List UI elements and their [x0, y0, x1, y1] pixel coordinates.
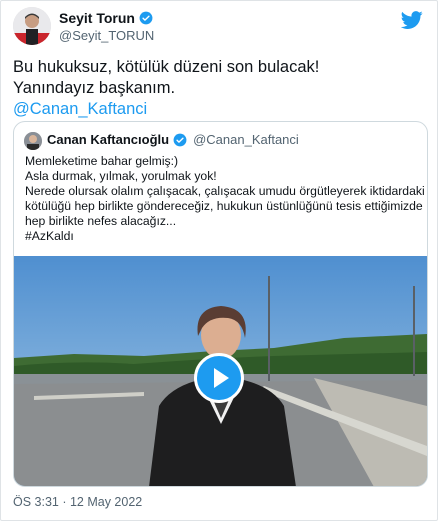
quoted-author-name[interactable]: Canan Kaftancıoğlu [47, 132, 169, 147]
quoted-line: hep birlikte nefes alacağız... [25, 214, 177, 228]
author-avatar[interactable] [13, 7, 51, 45]
tweet-text: Bu hukuksuz, kötülük düzeni son bulacak!… [13, 57, 427, 120]
hashtag-link[interactable]: #AzKaldı [25, 229, 425, 244]
twitter-bird-icon[interactable] [401, 9, 423, 31]
tweet-line: Yanındayız başkanım. [13, 79, 176, 97]
quoted-line: Asla durmak, yılmak, yorulmak yok! [25, 169, 217, 183]
mention-link[interactable]: @Canan_Kaftanci [13, 99, 427, 120]
author-name-row: Seyit Torun [59, 10, 153, 26]
quoted-line: kötülüğü hep birlikte göndereceğiz, huku… [25, 199, 423, 213]
tweet-timestamp[interactable]: ÖS 3:31 · 12 May 2022 [13, 495, 142, 509]
quoted-tweet[interactable]: Canan Kaftancıoğlu @Canan_Kaftanci Memle… [13, 121, 428, 487]
play-button[interactable] [194, 353, 244, 403]
verified-badge-icon [139, 11, 153, 25]
play-icon [214, 368, 229, 388]
author-name[interactable]: Seyit Torun [59, 10, 135, 26]
verified-badge-icon [173, 133, 187, 146]
video-player[interactable] [14, 256, 427, 486]
quoted-author-row: Canan Kaftancıoğlu @Canan_Kaftanci [47, 132, 299, 147]
tweet-line: Bu hukuksuz, kötülük düzeni son bulacak! [13, 58, 320, 76]
quoted-line: Memleketime bahar gelmiş:) [25, 154, 179, 168]
tweet-card: Seyit Torun @Seyit_TORUN Bu hukuksuz, kö… [0, 0, 438, 521]
quoted-author-avatar[interactable] [24, 132, 42, 150]
quoted-author-handle[interactable]: @Canan_Kaftanci [193, 132, 299, 147]
author-handle[interactable]: @Seyit_TORUN [59, 28, 154, 43]
quoted-text: Memleketime bahar gelmiş:) Asla durmak, … [25, 154, 425, 244]
quoted-line: Nerede olursak olalım çalışacak, çalışac… [25, 184, 425, 198]
